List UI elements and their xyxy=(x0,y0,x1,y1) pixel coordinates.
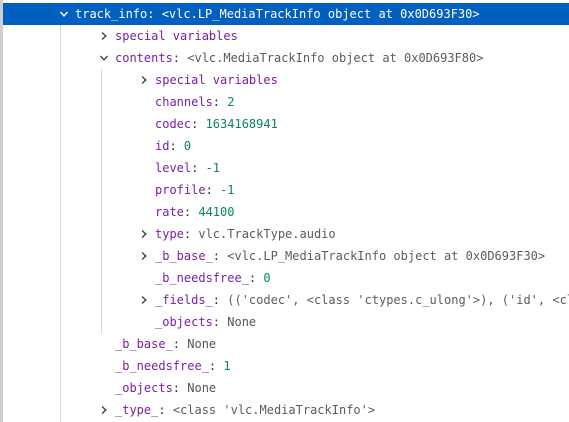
variable-name: id xyxy=(155,139,170,153)
separator: : xyxy=(147,7,162,21)
variable-name: _b_needsfree_ xyxy=(115,359,209,373)
variable-value: -1 xyxy=(205,161,221,175)
separator: : xyxy=(212,95,228,109)
variable-name: _fields_ xyxy=(155,293,213,307)
variable-row[interactable]: channels: 2 xyxy=(3,91,569,113)
variable-name: rate xyxy=(155,205,184,219)
separator: : xyxy=(248,271,264,285)
variable-value: (('codec', <class 'ctypes.c_ulong'>), ('… xyxy=(227,293,569,307)
variable-label: _fields_: (('codec', <class 'ctypes.c_ul… xyxy=(155,289,569,311)
variable-row[interactable]: level: -1 xyxy=(3,157,569,179)
variable-label: _b_base_: <vlc.LP_MediaTrackInfo object … xyxy=(155,245,545,267)
variable-name: codec xyxy=(155,117,192,131)
variable-name: track_info xyxy=(75,7,148,21)
variable-value: 1 xyxy=(223,359,231,373)
variable-label: special variables xyxy=(115,25,238,47)
variable-row[interactable]: _b_needsfree_: 0 xyxy=(3,267,569,289)
variable-name: _b_base_ xyxy=(155,249,213,263)
chevron-down-icon[interactable] xyxy=(56,3,72,25)
variable-value: None xyxy=(227,315,257,329)
variable-name: profile xyxy=(155,183,206,197)
variable-value: <vlc.MediaTrackInfo object at 0x0D693F80… xyxy=(187,51,484,65)
variable-label: type: vlc.TrackType.audio xyxy=(155,223,336,245)
variable-label: _b_needsfree_: 0 xyxy=(155,267,271,289)
variable-name: _objects xyxy=(115,381,173,395)
separator: : xyxy=(172,337,188,351)
variable-value: 1634168941 xyxy=(205,117,278,131)
variable-name: channels xyxy=(155,95,213,109)
variable-name: special variables xyxy=(115,29,238,43)
separator: : xyxy=(183,227,199,241)
variable-row[interactable]: _fields_: (('codec', <class 'ctypes.c_ul… xyxy=(3,289,569,311)
chevron-right-icon[interactable] xyxy=(136,245,152,267)
variable-label: profile: -1 xyxy=(155,179,234,201)
variable-name: _type_ xyxy=(115,403,159,417)
variable-label: rate: 44100 xyxy=(155,201,234,223)
separator: : xyxy=(183,205,199,219)
chevron-right-icon[interactable] xyxy=(96,399,112,421)
variable-label: _type_: <class 'vlc.MediaTrackInfo'> xyxy=(115,399,375,421)
separator: : xyxy=(172,381,188,395)
variable-label: codec: 1634168941 xyxy=(155,113,278,135)
variable-name: level xyxy=(155,161,192,175)
variable-row[interactable]: profile: -1 xyxy=(3,179,569,201)
variable-label: _objects: None xyxy=(155,311,256,333)
variable-row[interactable]: _objects: None xyxy=(3,311,569,333)
variable-value: <vlc.LP_MediaTrackInfo object at 0x0D693… xyxy=(227,249,546,263)
variable-label: contents: <vlc.MediaTrackInfo object at … xyxy=(115,47,483,69)
variable-name: _b_base_ xyxy=(115,337,173,351)
separator: : xyxy=(158,403,173,417)
variable-label: level: -1 xyxy=(155,157,220,179)
variable-row[interactable]: contents: <vlc.MediaTrackInfo object at … xyxy=(3,47,569,69)
variable-label: id: 0 xyxy=(155,135,191,157)
variable-value: vlc.TrackType.audio xyxy=(198,227,336,241)
separator: : xyxy=(212,293,228,307)
variable-row[interactable]: _objects: None xyxy=(3,377,569,399)
variable-name: _b_needsfree_ xyxy=(155,271,249,285)
variable-value: 0 xyxy=(183,139,192,153)
variable-name: special variables xyxy=(155,73,278,87)
variable-label: special variables xyxy=(155,69,278,91)
variable-row[interactable]: special variables xyxy=(3,25,569,47)
variable-row[interactable]: _type_: <class 'vlc.MediaTrackInfo'> xyxy=(3,399,569,421)
separator: : xyxy=(208,359,224,373)
variable-row[interactable]: codec: 1634168941 xyxy=(3,113,569,135)
variable-label: channels: 2 xyxy=(155,91,234,113)
chevron-down-icon[interactable] xyxy=(96,47,112,69)
variable-value: 0 xyxy=(263,271,271,285)
variable-value: 44100 xyxy=(198,205,235,219)
chevron-right-icon[interactable] xyxy=(136,289,152,311)
chevron-right-icon[interactable] xyxy=(136,223,152,245)
variable-value: None xyxy=(187,381,217,395)
separator: : xyxy=(205,183,221,197)
separator: : xyxy=(212,249,228,263)
variable-value: <vlc.LP_MediaTrackInfo object at 0x0D693… xyxy=(161,7,480,21)
variable-row[interactable]: _b_needsfree_: 1 xyxy=(3,355,569,377)
variable-row[interactable]: special variables xyxy=(3,69,569,91)
separator: : xyxy=(191,117,206,131)
chevron-right-icon[interactable] xyxy=(136,69,152,91)
separator: : xyxy=(212,315,228,329)
variable-value: None xyxy=(187,337,217,351)
separator: : xyxy=(191,161,206,175)
variable-label: _objects: None xyxy=(115,377,216,399)
chevron-right-icon[interactable] xyxy=(96,25,112,47)
variable-row[interactable]: type: vlc.TrackType.audio xyxy=(3,223,569,245)
variable-row[interactable]: _b_base_: None xyxy=(3,333,569,355)
variable-row[interactable]: rate: 44100 xyxy=(3,201,569,223)
variable-label: _b_needsfree_: 1 xyxy=(115,355,231,377)
variable-name: contents xyxy=(115,51,173,65)
variable-value: -1 xyxy=(220,183,235,197)
variable-row[interactable]: _b_base_: <vlc.LP_MediaTrackInfo object … xyxy=(3,245,569,267)
variable-name: type xyxy=(155,227,184,241)
variable-value: <class 'vlc.MediaTrackInfo'> xyxy=(172,403,376,417)
variable-name: _objects xyxy=(155,315,213,329)
variable-label: _b_base_: None xyxy=(115,333,216,355)
variable-row[interactable]: track_info: <vlc.LP_MediaTrackInfo objec… xyxy=(3,3,569,25)
separator: : xyxy=(169,139,184,153)
separator: : xyxy=(172,51,188,65)
variable-value: 2 xyxy=(227,95,235,109)
variable-row[interactable]: id: 0 xyxy=(3,135,569,157)
variable-label: track_info: <vlc.LP_MediaTrackInfo objec… xyxy=(75,3,480,25)
